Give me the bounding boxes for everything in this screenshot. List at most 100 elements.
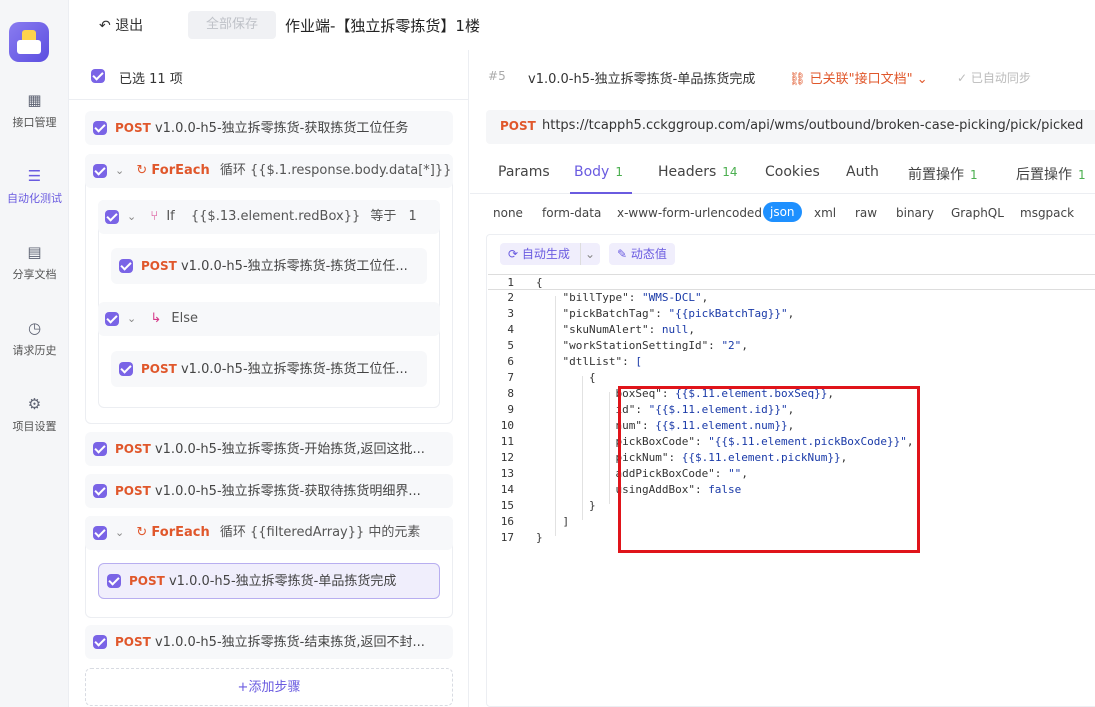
step-card[interactable]: POST v1.0.0-h5-独立拆零拣货-拣货工位任... xyxy=(111,248,427,284)
code-line[interactable]: 2 "billType": "WMS-DCL", xyxy=(488,290,1095,306)
step-number: #5 xyxy=(488,69,506,83)
step-card[interactable]: POST v1.0.0-h5-独立拆零拣货-获取待拣货明细界... xyxy=(85,474,453,508)
line-number: 2 xyxy=(507,291,514,304)
code-text: "skuNumAlert": null, xyxy=(536,323,695,336)
step-card[interactable]: POST v1.0.0-h5-独立拆零拣货-获取拣货工位任务 xyxy=(85,111,453,145)
url-text[interactable]: https://tcapph5.cckggroup.com/api/wms/ou… xyxy=(542,118,1083,133)
check-icon: ✓ xyxy=(957,71,968,85)
line-number: 7 xyxy=(507,371,514,384)
chevron-down-icon[interactable]: ⌄ xyxy=(585,243,595,265)
line-number: 14 xyxy=(500,483,514,496)
code-text: ] xyxy=(536,515,570,528)
body-type-form-data[interactable]: form-data xyxy=(542,206,601,220)
body-type-binary[interactable]: binary xyxy=(896,206,934,220)
step-card[interactable]: POST v1.0.0-h5-独立拆零拣货-结束拣货,返回不封... xyxy=(85,625,453,659)
code-text: } xyxy=(536,499,596,512)
steps-panel: 已选 11 项 POST v1.0.0-h5-独立拆零拣货-获取拣货工位任务 ⌄… xyxy=(69,50,469,707)
dynamic-value-button[interactable]: ✎ 动态值 xyxy=(609,243,675,265)
code-line[interactable]: 6 "dtlList": [ xyxy=(488,354,1095,370)
else-header[interactable]: ⌄ ↳ Else xyxy=(98,302,440,336)
line-number: 8 xyxy=(507,387,514,400)
linked-doc-dropdown[interactable]: ⛓ 已关联"接口文档" ⌄ xyxy=(789,68,928,87)
body-type-selector: none form-data x-www-form-urlencoded jso… xyxy=(470,200,1095,226)
exit-button[interactable]: ↶ 退出 xyxy=(99,15,143,35)
tab-cookies[interactable]: Cookies xyxy=(765,164,820,180)
code-line[interactable]: 3 "pickBatchTag": "{{pickBatchTag}}", xyxy=(488,306,1095,322)
body-type-msgpack[interactable]: msgpack xyxy=(1020,206,1074,220)
step-checkbox[interactable] xyxy=(93,164,107,178)
plus-icon: + xyxy=(237,680,249,695)
line-number: 1 xyxy=(507,276,514,289)
loop-icon: ↻ xyxy=(136,163,148,178)
history-icon: ◷ xyxy=(27,319,42,337)
step-card[interactable]: POST v1.0.0-h5-独立拆零拣货-拣货工位任... xyxy=(111,351,427,387)
chevron-down-icon[interactable]: ⌄ xyxy=(127,312,136,325)
tab-params[interactable]: Params xyxy=(498,164,550,180)
body-type-urlencoded[interactable]: x-www-form-urlencoded xyxy=(617,206,762,220)
select-all-checkbox[interactable] xyxy=(91,69,105,83)
line-number: 15 xyxy=(500,499,514,512)
step-checkbox[interactable] xyxy=(107,574,121,588)
top-bar: ↶ 退出 全部保存 作业端-【独立拆零拣货】1楼 xyxy=(69,0,1095,50)
step-checkbox[interactable] xyxy=(105,210,119,224)
step-checkbox[interactable] xyxy=(93,442,107,456)
body-type-graphql[interactable]: GraphQL xyxy=(951,206,1004,220)
step-checkbox[interactable] xyxy=(93,484,107,498)
nav-item-history[interactable]: ◷ 请求历史 xyxy=(0,320,69,358)
nav-item-settings[interactable]: ⚙ 项目设置 xyxy=(0,396,69,434)
body-type-raw[interactable]: raw xyxy=(855,206,877,220)
app-logo[interactable] xyxy=(9,22,49,62)
chevron-down-icon: ⌄ xyxy=(916,72,928,87)
foreach-header[interactable]: ⌄ ↻ ForEach 循环 {{$.1.response.body.data[… xyxy=(85,154,453,188)
branch-icon: ⑂ xyxy=(150,209,159,224)
tab-auth[interactable]: Auth xyxy=(846,164,879,180)
selection-header: 已选 11 项 xyxy=(69,50,469,100)
nav-item-autotest[interactable]: ☰ 自动化测试 xyxy=(0,168,69,206)
body-type-none[interactable]: none xyxy=(493,206,523,220)
else-branch-icon: ↳ xyxy=(150,311,162,326)
tab-body[interactable]: Body 1 xyxy=(574,164,623,180)
detail-header: #5 v1.0.0-h5-独立拆零拣货-单品拣货完成 ⛓ 已关联"接口文档" ⌄… xyxy=(470,50,1095,102)
if-header[interactable]: ⌄ ⑂ If {{$.13.element.redBox}} 等于 1 xyxy=(98,200,440,234)
add-step-button[interactable]: +添加步骤 xyxy=(85,668,453,706)
body-type-xml[interactable]: xml xyxy=(814,206,836,220)
step-checkbox[interactable] xyxy=(119,362,133,376)
foreach-header[interactable]: ⌄ ↻ ForEach 循环 {{filteredArray}} 中的元素 xyxy=(85,516,453,550)
code-line[interactable]: 1{ xyxy=(488,274,1095,290)
step-card-selected[interactable]: POST v1.0.0-h5-独立拆零拣货-单品拣货完成 xyxy=(98,563,440,599)
chevron-down-icon[interactable]: ⌄ xyxy=(115,164,124,177)
step-checkbox[interactable] xyxy=(105,312,119,326)
chevron-down-icon[interactable]: ⌄ xyxy=(115,526,124,539)
step-name: v1.0.0-h5-独立拆零拣货-单品拣货完成 xyxy=(528,72,756,87)
code-line[interactable]: 4 "skuNumAlert": null, xyxy=(488,322,1095,338)
code-text: { xyxy=(536,276,543,289)
chevron-down-icon[interactable]: ⌄ xyxy=(127,210,136,223)
line-number: 4 xyxy=(507,323,514,336)
nav-item-share-doc[interactable]: ▤ 分享文档 xyxy=(0,244,69,282)
code-line[interactable]: 7 { xyxy=(488,370,1095,386)
step-card[interactable]: POST v1.0.0-h5-独立拆零拣货-开始拣货,返回这批... xyxy=(85,432,453,466)
url-bar[interactable]: POST https://tcapph5.cckggroup.com/api/w… xyxy=(486,110,1095,144)
sync-status: ✓ 已自动同步 xyxy=(957,71,1031,85)
save-all-button[interactable]: 全部保存 xyxy=(188,11,276,39)
method-label: POST xyxy=(500,119,536,133)
body-type-json[interactable]: json xyxy=(763,202,802,222)
step-checkbox[interactable] xyxy=(93,635,107,649)
refresh-icon: ⟳ xyxy=(508,247,519,261)
code-text: "dtlList": [ xyxy=(536,355,642,368)
step-checkbox[interactable] xyxy=(93,121,107,135)
request-tabs: Params Body 1 Headers 14 Cookies Auth 前置操作… xyxy=(470,154,1095,194)
code-line[interactable]: 5 "workStationSettingId": "2", xyxy=(488,338,1095,354)
tab-pre-ops[interactable]: 前置操作 1 xyxy=(908,164,978,184)
code-text: } xyxy=(536,531,543,544)
link-icon: ⛓ xyxy=(789,72,806,87)
line-number: 17 xyxy=(500,531,514,544)
tab-headers[interactable]: Headers 14 xyxy=(658,164,738,180)
step-checkbox[interactable] xyxy=(93,526,107,540)
step-checkbox[interactable] xyxy=(119,259,133,273)
auto-generate-button[interactable]: ⟳ 自动生成 ⌄ xyxy=(500,243,600,265)
nav-item-api[interactable]: ▦ 接口管理 xyxy=(0,92,69,130)
active-tab-indicator xyxy=(570,192,632,194)
settings-icon: ⚙ xyxy=(27,395,42,413)
tab-post-ops[interactable]: 后置操作 1 xyxy=(1016,164,1086,184)
